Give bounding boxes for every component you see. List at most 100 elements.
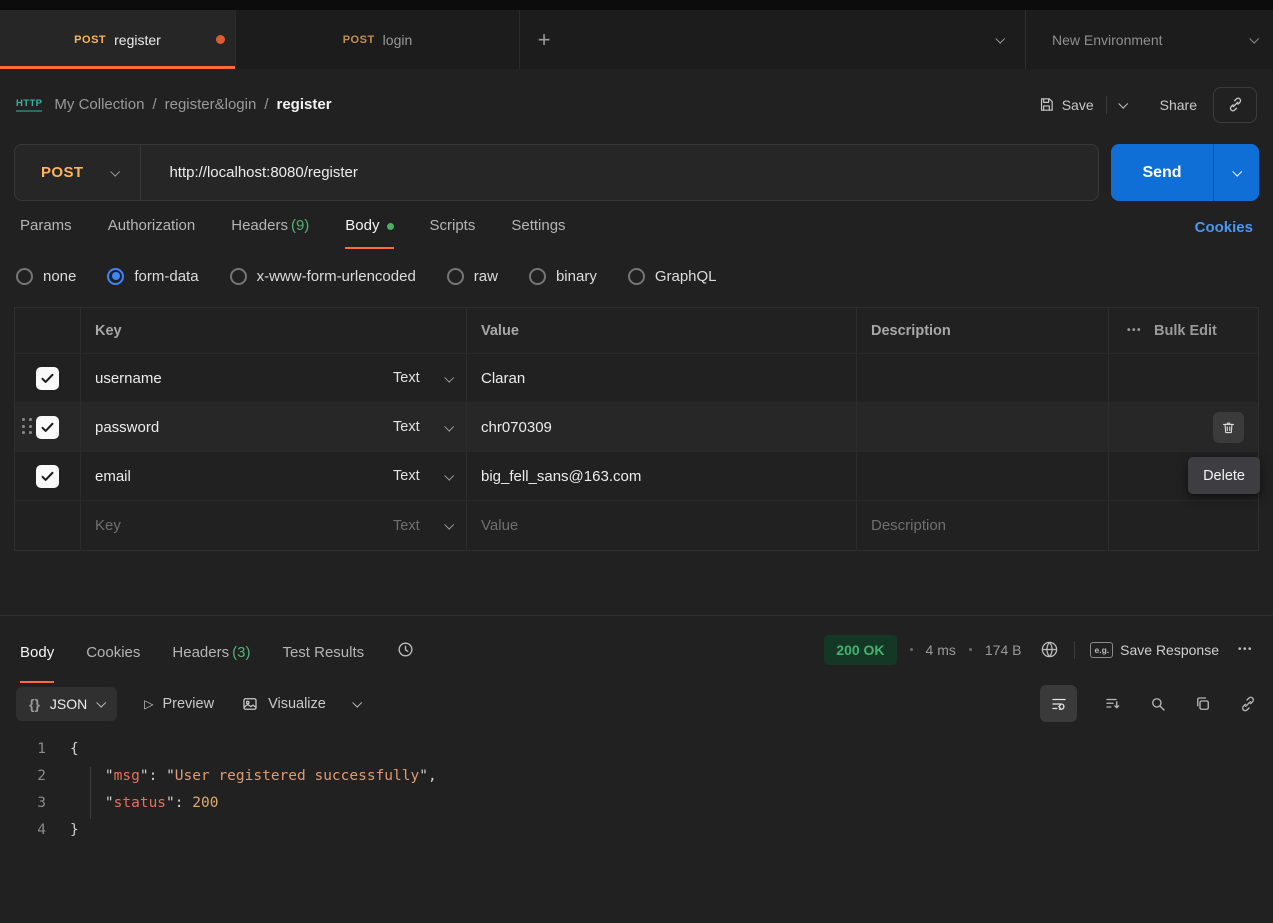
type-selector[interactable]: Text [377, 452, 467, 501]
tab-body[interactable]: Body [345, 217, 393, 249]
key-input[interactable]: password [81, 403, 377, 452]
check-icon [40, 469, 55, 484]
response-tab-body[interactable]: Body [20, 616, 54, 683]
send-button-group: Send [1111, 144, 1259, 201]
breadcrumb-collection[interactable]: My Collection [54, 96, 144, 113]
copy-link-button[interactable] [1213, 87, 1257, 123]
row-checkbox-checked[interactable] [36, 367, 59, 390]
tab-scripts[interactable]: Scripts [430, 217, 476, 249]
response-meta-cluster: 200 OK 4 ms 174 B e.g. Save Response ••• [824, 635, 1253, 665]
description-input[interactable] [857, 354, 1109, 403]
save-options-chevron[interactable] [1118, 99, 1128, 109]
line-number: 2 [0, 763, 70, 790]
network-globe-button[interactable] [1040, 640, 1059, 659]
cookies-link[interactable]: Cookies [1195, 219, 1253, 249]
breadcrumb-folder[interactable]: register&login [165, 96, 257, 113]
value-input[interactable]: chr070309 [467, 403, 857, 452]
tab-settings[interactable]: Settings [511, 217, 565, 249]
status-badge[interactable]: 200 OK [824, 635, 896, 665]
breadcrumb-request-name: register [277, 96, 332, 113]
sort-filter-button[interactable] [1104, 695, 1122, 713]
visualize-button[interactable]: Visualize [241, 695, 326, 713]
url-input[interactable]: http://localhost:8080/register [140, 145, 1098, 200]
sort-lines-icon [1104, 695, 1122, 713]
url-bar: POST http://localhost:8080/register [14, 144, 1099, 201]
save-label: Save [1062, 97, 1094, 113]
response-tab-headers[interactable]: Headers(3) [172, 616, 250, 683]
key-input-placeholder[interactable]: Key [81, 501, 377, 550]
chevron-down-icon [444, 372, 454, 382]
preview-button[interactable]: ▷ Preview [144, 696, 214, 712]
radio-icon [529, 268, 546, 285]
breadcrumb-row: HTTP My Collection / register&login / re… [0, 69, 1273, 140]
radio-icon [447, 268, 464, 285]
save-response-button[interactable]: e.g. Save Response [1090, 642, 1219, 658]
wrap-text-button[interactable] [1040, 685, 1077, 722]
link-button[interactable] [1239, 695, 1257, 713]
copy-button[interactable] [1194, 695, 1212, 713]
description-input-placeholder[interactable]: Description [857, 501, 1109, 550]
code-line: 2 "msg": "User registered successfully", [0, 763, 1273, 790]
tab-list-chevron[interactable] [974, 10, 1025, 69]
value-input[interactable]: big_fell_sans@163.com [467, 452, 857, 501]
radio-label: raw [474, 268, 498, 285]
window-top-strip [0, 0, 1273, 10]
method-selector[interactable]: POST [15, 145, 140, 200]
check-icon [40, 420, 55, 435]
body-mode-none[interactable]: none [16, 268, 76, 285]
tab-method-badge: POST [343, 34, 375, 46]
send-options-chevron[interactable] [1213, 144, 1259, 201]
visualize-options-chevron[interactable] [352, 698, 362, 708]
value-input[interactable]: Claran [467, 354, 857, 403]
type-selector[interactable]: Text [377, 354, 467, 403]
bulk-edit-button[interactable]: ••• Bulk Edit [1127, 323, 1217, 339]
environment-selector[interactable]: New Environment [1025, 10, 1273, 69]
body-mode-raw[interactable]: raw [447, 268, 498, 285]
send-button[interactable]: Send [1111, 144, 1213, 201]
example-icon: e.g. [1090, 642, 1113, 658]
tab-headers[interactable]: Headers(9) [231, 217, 309, 249]
description-input[interactable] [857, 403, 1109, 452]
chevron-down-icon [111, 167, 121, 177]
copy-icon [1194, 695, 1212, 713]
body-mode-graphql[interactable]: GraphQL [628, 268, 717, 285]
row-checkbox-checked[interactable] [36, 416, 59, 439]
delete-row-button[interactable] [1213, 412, 1244, 443]
type-selector[interactable]: Text [377, 403, 467, 452]
format-selector[interactable]: {} JSON [16, 687, 117, 721]
environment-label: New Environment [1052, 32, 1163, 48]
save-button[interactable]: Save [1038, 96, 1094, 113]
body-mode-binary[interactable]: binary [529, 268, 597, 285]
new-tab-button[interactable]: + [520, 10, 568, 69]
chevron-down-icon [444, 470, 454, 480]
tab-register[interactable]: POST register [0, 10, 236, 69]
visualize-label: Visualize [268, 696, 326, 712]
response-history-button[interactable] [396, 640, 415, 659]
response-more-button[interactable]: ••• [1238, 644, 1253, 655]
response-time[interactable]: 4 ms [926, 642, 956, 658]
header-actions: Save Share [1038, 87, 1257, 123]
drag-handle-icon[interactable] [22, 418, 32, 434]
body-mode-x-www-form-urlencoded[interactable]: x-www-form-urlencoded [230, 268, 416, 285]
key-input[interactable]: email [81, 452, 377, 501]
response-tab-cookies[interactable]: Cookies [86, 616, 140, 683]
tab-params[interactable]: Params [20, 217, 72, 249]
body-mode-form-data[interactable]: form-data [107, 268, 198, 285]
response-body-viewer[interactable]: 1 { 2 "msg": "User registered successful… [0, 728, 1273, 844]
response-size[interactable]: 174 B [985, 642, 1022, 658]
value-input-placeholder[interactable]: Value [467, 501, 857, 550]
row-checkbox-checked[interactable] [36, 465, 59, 488]
row-actions-cell [1109, 403, 1258, 452]
radio-icon [628, 268, 645, 285]
share-button[interactable]: Share [1160, 97, 1197, 113]
tab-login[interactable]: POST login [236, 10, 520, 69]
row-checkbox-cell [15, 403, 81, 452]
tab-authorization[interactable]: Authorization [108, 217, 196, 249]
braces-icon: {} [29, 696, 40, 712]
key-input[interactable]: username [81, 354, 377, 403]
tab-count: (9) [291, 217, 309, 234]
search-button[interactable] [1149, 695, 1167, 713]
type-selector[interactable]: Text [377, 501, 467, 550]
response-tab-test-results[interactable]: Test Results [282, 616, 364, 683]
description-input[interactable] [857, 452, 1109, 501]
